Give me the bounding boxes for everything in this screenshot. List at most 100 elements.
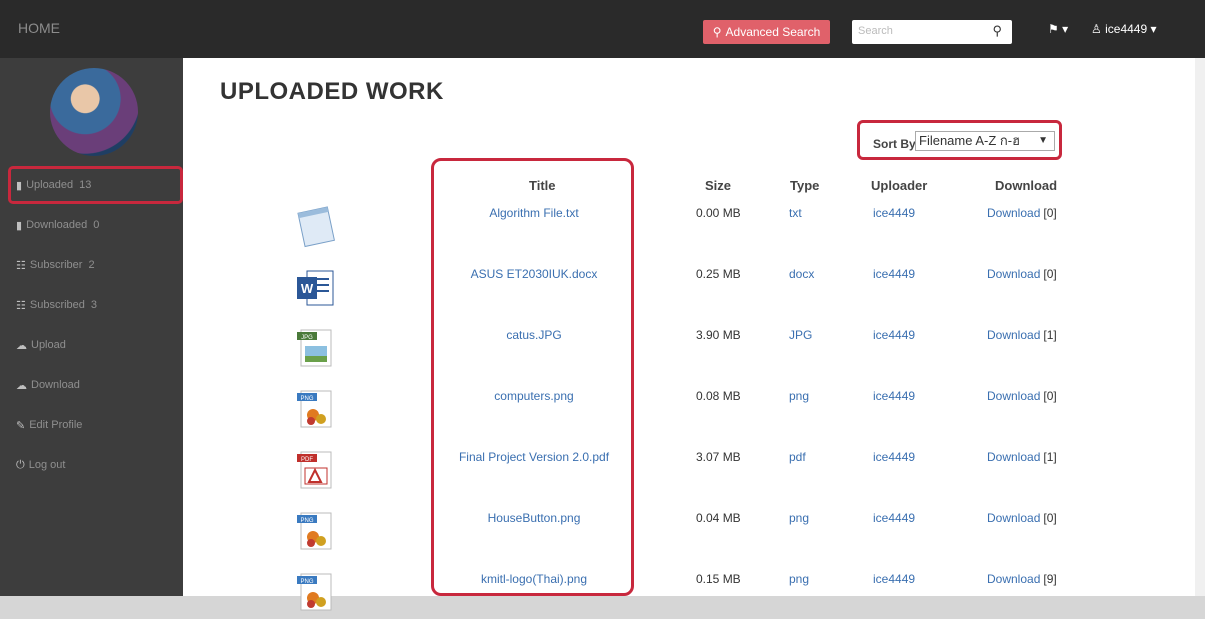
sidebar-item-upload[interactable]: ☁ Upload (0, 326, 183, 364)
uploader-link[interactable]: ice4449 (873, 267, 943, 281)
search-icon[interactable]: ⚲ (992, 23, 1002, 39)
users-icon: ☷ (16, 259, 26, 272)
file-type: png (789, 389, 810, 403)
svg-text:PNG: PNG (300, 518, 313, 524)
sort-value: Filename A-Z ก-ฮ (919, 133, 1021, 148)
user-menu[interactable]: ♙ ice4449 ▾ (1091, 22, 1157, 36)
advanced-search-label: Advanced Search (725, 25, 821, 39)
sidebar-item-label: Subscribed (29, 299, 85, 311)
file-size: 3.07 MB (696, 450, 741, 464)
download-cell: Download [0] (987, 511, 1057, 525)
username-label: ice4449 (1105, 22, 1148, 36)
file-type: txt (789, 206, 802, 220)
file-type: JPG (789, 328, 813, 342)
file-title-link[interactable]: Algorithm File.txt (437, 206, 631, 220)
download-count: [0] (1043, 511, 1057, 525)
sort-select[interactable]: Filename A-Z ก-ฮ ▼ (915, 131, 1055, 151)
sidebar-item-label: Log out (28, 459, 66, 471)
column-header-size: Size (705, 178, 732, 193)
sidebar-item-label: Upload (31, 339, 66, 351)
search-input[interactable]: Search (858, 25, 893, 37)
sidebar-item-label: Edit Profile (29, 419, 83, 431)
svg-text:PNG: PNG (300, 396, 313, 402)
sidebar-item-download[interactable]: ☁ Download (0, 366, 183, 404)
download-count: [0] (1043, 206, 1057, 220)
uploader-link[interactable]: ice4449 (873, 450, 943, 464)
sidebar-item-label: Subscriber (29, 259, 83, 271)
sidebar-item-log-out[interactable]: ⏻ Log out (0, 446, 183, 484)
sort-label: Sort By (873, 137, 916, 151)
home-link[interactable]: HOME (18, 20, 60, 36)
download-link[interactable]: Download (987, 328, 1040, 342)
download-link[interactable]: Download (987, 389, 1040, 403)
uploader-link[interactable]: ice4449 (873, 572, 943, 586)
file-size: 0.00 MB (696, 206, 741, 220)
download-link[interactable]: Download (987, 267, 1040, 281)
sidebar-item-subscriber[interactable]: ☷ Subscriber 2 (0, 246, 183, 284)
avatar (50, 68, 138, 156)
uploader-link[interactable]: ice4449 (873, 511, 943, 525)
file-size: 0.04 MB (696, 511, 741, 525)
user-icon: ♙ (1091, 22, 1102, 36)
advanced-search-button[interactable]: ⚲ Advanced Search (703, 20, 830, 44)
svg-text:PNG: PNG (300, 579, 313, 585)
file-title-link[interactable]: kmitl-logo(Thai).png (437, 572, 631, 586)
sidebar: ▮ Uploaded 13 ▮ Downloaded 0 ☷ Subscriber 2 ☷ Subs… (0, 58, 183, 596)
file-size: 0.25 MB (696, 267, 741, 281)
column-header-title: Title (529, 178, 556, 193)
search-box[interactable]: Search ⚲ (852, 20, 1012, 44)
download-count: [1] (1043, 450, 1057, 464)
search-icon: ⚲ (712, 25, 722, 39)
uploader-link[interactable]: ice4449 (873, 328, 943, 342)
uploader-link[interactable]: ice4449 (873, 206, 943, 220)
sidebar-item-count: 3 (90, 299, 98, 311)
file-type: png (789, 572, 810, 586)
download-link[interactable]: Download (987, 450, 1040, 464)
svg-text:W: W (301, 281, 314, 296)
sort-box: Sort By Filename A-Z ก-ฮ ▼ (857, 120, 1062, 160)
download-cell: Download [0] (987, 206, 1057, 220)
sidebar-item-count: 0 (93, 219, 100, 231)
edit-icon: ✎ (16, 419, 26, 432)
notification-bell-icon[interactable]: ⚑ ▾ (1048, 22, 1068, 36)
download-count: [1] (1043, 328, 1057, 342)
scrollbar[interactable] (1195, 58, 1205, 596)
sidebar-item-label: Downloaded (26, 219, 88, 231)
column-header-type: Type (790, 178, 820, 193)
notepad-icon (293, 204, 337, 248)
file-title-link[interactable]: Final Project Version 2.0.pdf (437, 450, 631, 464)
download-count: [0] (1043, 389, 1057, 403)
download-link[interactable]: Download (987, 511, 1040, 525)
chevron-down-icon: ▾ (1150, 22, 1157, 36)
sidebar-item-label: Download (31, 379, 80, 391)
page-title: UPLOADED WORK (220, 78, 444, 105)
sidebar-item-edit-profile[interactable]: ✎ Edit Profile (0, 406, 183, 444)
download-link[interactable]: Download (987, 572, 1040, 586)
file-title-link[interactable]: computers.png (437, 389, 631, 403)
sidebar-item-subscribed[interactable]: ☷ Subscribed 3 (0, 286, 183, 324)
file-title-link[interactable]: HouseButton.png (437, 511, 631, 525)
sidebar-item-count: 2 (88, 259, 95, 271)
title-column-highlight (431, 158, 634, 596)
uploader-link[interactable]: ice4449 (873, 389, 943, 403)
cloud-download-icon: ☁ (16, 379, 27, 392)
download-link[interactable]: Download (987, 206, 1040, 220)
download-count: [0] (1043, 267, 1057, 281)
book-icon: ▮ (16, 179, 23, 192)
jpg-icon: JPG (293, 326, 337, 370)
svg-text:JPG: JPG (301, 335, 313, 341)
file-title-link[interactable]: ASUS ET2030IUK.docx (437, 267, 631, 281)
column-header-uploader: Uploader (871, 178, 928, 193)
sidebar-item-downloaded[interactable]: ▮ Downloaded 0 (0, 206, 183, 244)
file-title-link[interactable]: catus.JPG (437, 328, 631, 342)
word-icon: W (293, 265, 337, 309)
download-cell: Download [0] (987, 389, 1057, 403)
users-icon: ☷ (16, 299, 26, 312)
file-type: png (789, 511, 810, 525)
png-icon: PNG (293, 509, 337, 553)
download-count: [9] (1043, 572, 1057, 586)
sidebar-item-uploaded[interactable]: ▮ Uploaded 13 (8, 166, 183, 204)
download-cell: Download [0] (987, 267, 1057, 281)
download-cell: Download [1] (987, 328, 1057, 342)
download-cell: Download [9] (987, 572, 1057, 586)
